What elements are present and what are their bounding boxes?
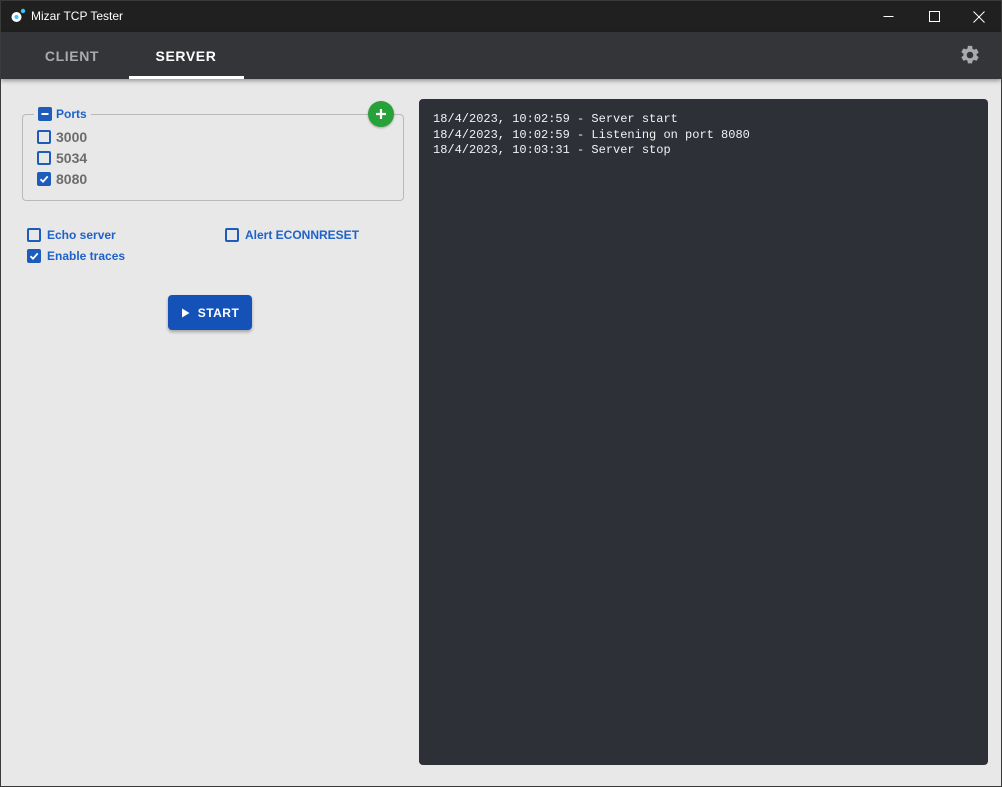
active-tab-indicator xyxy=(129,76,244,79)
minimize-icon xyxy=(883,16,893,17)
play-icon xyxy=(181,308,190,317)
port-value: 3000 xyxy=(56,129,88,145)
app-logo-icon xyxy=(11,8,26,22)
app-window: Mizar TCP Tester CLIENT SERVER Ports 300… xyxy=(0,0,1002,787)
close-icon xyxy=(973,10,985,23)
add-port-button[interactable] xyxy=(368,101,394,127)
tab-client[interactable]: CLIENT xyxy=(15,32,129,79)
log-line: 18/4/2023, 10:02:59 - Server start xyxy=(433,112,678,126)
close-button[interactable] xyxy=(956,1,1001,32)
alert-econnreset-label: Alert ECONNRESET xyxy=(245,228,360,242)
checkmark-icon xyxy=(29,252,39,261)
port-item[interactable]: 3000 xyxy=(37,128,87,146)
start-button-label: START xyxy=(197,305,240,320)
port-checkbox[interactable] xyxy=(37,151,51,165)
log-line: 18/4/2023, 10:02:59 - Listening on port … xyxy=(433,127,750,142)
log-line: 18/4/2023, 10:03:31 - Server stop xyxy=(433,143,671,157)
echo-server-option[interactable]: Echo server xyxy=(27,226,116,244)
maximize-icon xyxy=(928,11,940,22)
minimize-button[interactable] xyxy=(865,1,911,32)
enable-traces-label: Enable traces xyxy=(47,249,126,263)
enable-traces-checkbox[interactable] xyxy=(27,249,41,263)
start-button[interactable]: START xyxy=(168,295,252,330)
port-item[interactable]: 8080 xyxy=(37,170,87,188)
gear-icon[interactable] xyxy=(959,44,981,66)
echo-server-checkbox[interactable] xyxy=(27,228,41,242)
ports-select-all-checkbox[interactable] xyxy=(38,107,52,121)
window-title: Mizar TCP Tester xyxy=(31,9,124,23)
maximize-button[interactable] xyxy=(911,1,957,32)
alert-econnreset-option[interactable]: Alert ECONNRESET xyxy=(225,226,359,244)
checkmark-icon xyxy=(39,175,49,184)
enable-traces-option[interactable]: Enable traces xyxy=(27,247,125,265)
ports-label: Ports xyxy=(56,107,87,121)
plus-icon xyxy=(376,109,386,119)
tab-server[interactable]: SERVER xyxy=(129,32,243,79)
echo-server-label: Echo server xyxy=(47,228,116,242)
port-value: 5034 xyxy=(56,150,88,166)
ports-header[interactable]: Ports xyxy=(34,106,91,122)
port-checkbox[interactable] xyxy=(37,172,51,186)
alert-econnreset-checkbox[interactable] xyxy=(225,228,239,242)
port-checkbox[interactable] xyxy=(37,130,51,144)
minus-icon xyxy=(41,113,49,115)
log-panel[interactable]: 18/4/2023, 10:02:59 - Server start 18/4/… xyxy=(419,99,988,765)
tab-bar: CLIENT SERVER xyxy=(1,32,1001,79)
port-item[interactable]: 5034 xyxy=(37,149,87,167)
port-value: 8080 xyxy=(56,171,88,187)
title-bar: Mizar TCP Tester xyxy=(1,1,1001,32)
